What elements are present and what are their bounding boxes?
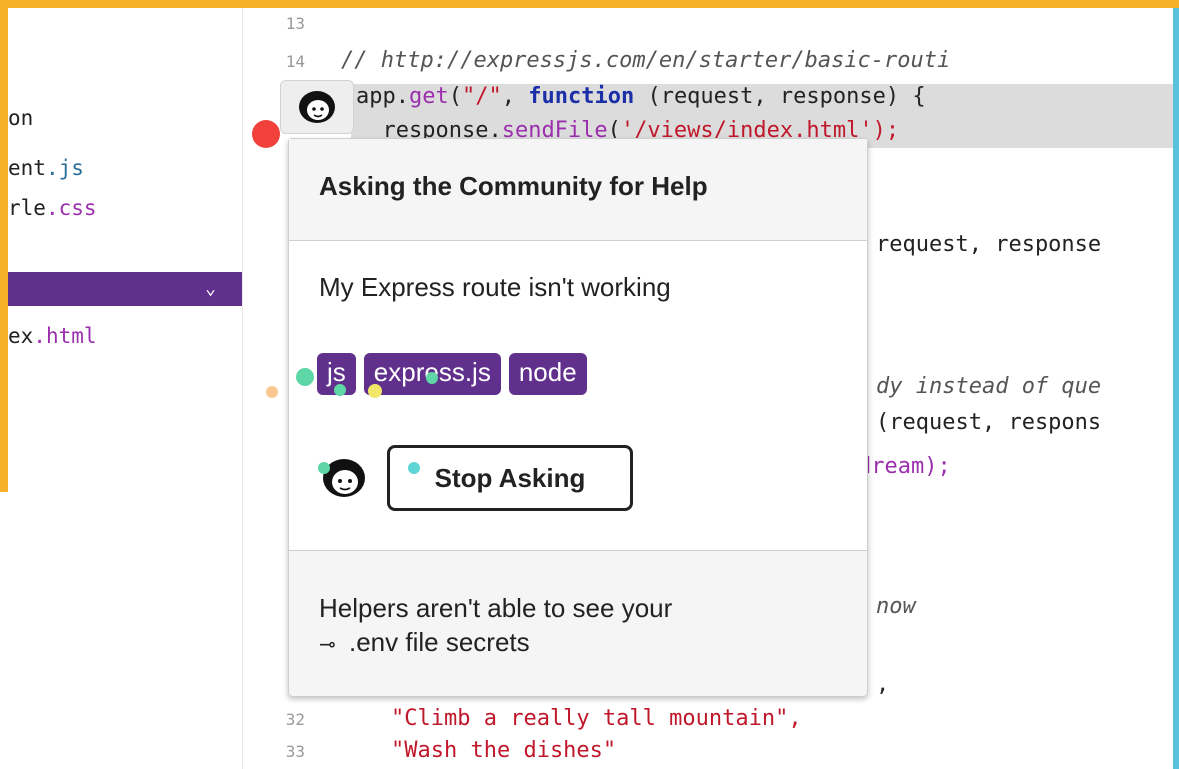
popover-title: Asking the Community for Help	[319, 171, 708, 201]
code-line: request, response	[876, 232, 1102, 257]
file-item[interactable]: ent.js	[8, 156, 84, 180]
frame-right-border	[1173, 8, 1179, 769]
chevron-down-icon[interactable]: ⌄	[205, 272, 216, 306]
code-line: 13	[285, 14, 305, 33]
frame-top-border	[0, 0, 1179, 8]
code-line: 33 "Wash the dishes"	[285, 738, 617, 763]
frame-left-border	[0, 0, 8, 492]
popover-footer: Helpers aren't able to see your ⊸ .env fi…	[289, 550, 867, 696]
stop-asking-button[interactable]: Stop Asking	[387, 445, 633, 511]
key-icon: ⊸	[319, 633, 336, 656]
code-line: dream);	[858, 454, 951, 479]
avatar-icon	[299, 91, 335, 123]
tag-list: js express.js node	[317, 353, 587, 395]
gutter-dot	[266, 386, 278, 398]
breakpoint-dot[interactable]	[252, 120, 280, 148]
code-line: 14// http://expressjs.com/en/starter/bas…	[285, 48, 951, 73]
presence-dot	[334, 384, 346, 396]
footer-note: Helpers aren't able to see your	[319, 593, 673, 623]
presence-dot	[368, 384, 382, 398]
file-item[interactable]: ex.html	[8, 324, 97, 348]
file-item-active[interactable]: js ⌄	[8, 272, 242, 335]
code-line: dy instead of que	[876, 374, 1102, 399]
help-question: My Express route isn't working	[319, 272, 671, 302]
code-line: app.get("/", function (request, response…	[356, 84, 926, 109]
file-sidebar: on ent.js rle.css js ⌄ ex.html	[8, 8, 243, 769]
presence-dot	[318, 462, 330, 474]
stop-asking-row: Stop Asking	[317, 445, 717, 515]
file-item[interactable]: rle.css	[8, 196, 97, 220]
tag-badge[interactable]: node	[508, 353, 587, 395]
ask-help-avatar-button[interactable]	[280, 80, 354, 134]
presence-dot	[296, 368, 314, 386]
code-line: 32 "Climb a really tall mountain",	[285, 706, 802, 731]
presence-dot	[426, 372, 438, 384]
file-item[interactable]: on	[8, 106, 33, 130]
ask-community-popover: Asking the Community for Help My Express…	[288, 138, 868, 696]
code-line: (request, respons	[876, 410, 1102, 435]
code-line: response.sendFile('/views/index.html');	[356, 118, 900, 140]
footer-note-line2: ⊸ .env file secrets	[319, 627, 530, 657]
code-line: ,	[876, 672, 890, 697]
popover-header: Asking the Community for Help	[289, 139, 867, 241]
code-line: now	[876, 594, 916, 619]
presence-dot	[408, 462, 420, 474]
